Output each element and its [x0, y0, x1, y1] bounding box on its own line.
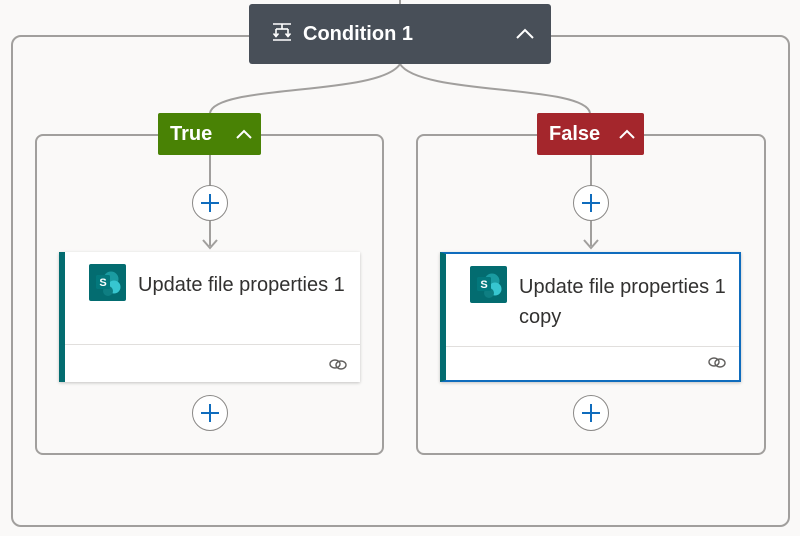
- condition-title: Condition 1: [303, 22, 413, 45]
- false-branch-label[interactable]: False: [537, 113, 644, 155]
- sharepoint-icon: S: [470, 266, 507, 303]
- false-action-title: Update file properties 1 copy: [519, 276, 726, 328]
- true-branch-text: True: [170, 122, 213, 145]
- false-collapse-chevron-up-icon[interactable]: [618, 129, 636, 140]
- true-action-card[interactable]: S Update file properties 1: [59, 252, 360, 382]
- false-branch-text: False: [549, 122, 601, 145]
- condition-header[interactable]: Condition 1: [249, 4, 551, 64]
- collapse-chevron-up-icon[interactable]: [515, 28, 535, 40]
- plus-icon: [201, 404, 219, 422]
- svg-text:S: S: [99, 277, 106, 289]
- false-add-step-top-button[interactable]: [573, 185, 609, 221]
- plus-icon: [582, 404, 600, 422]
- plus-icon: [201, 194, 219, 212]
- true-branch-label[interactable]: True: [158, 113, 261, 155]
- false-action-card[interactable]: S Update file properties 1 copy: [440, 252, 741, 382]
- plus-icon: [582, 194, 600, 212]
- link-icon[interactable]: [707, 354, 727, 370]
- true-add-step-top-button[interactable]: [192, 185, 228, 221]
- svg-text:S: S: [480, 279, 487, 291]
- true-add-step-bottom-button[interactable]: [192, 395, 228, 431]
- true-collapse-chevron-up-icon[interactable]: [235, 129, 253, 140]
- true-action-title: Update file properties 1: [138, 274, 345, 296]
- condition-icon: [271, 21, 293, 48]
- link-icon[interactable]: [328, 356, 348, 372]
- false-add-step-bottom-button[interactable]: [573, 395, 609, 431]
- sharepoint-icon: S: [89, 264, 126, 301]
